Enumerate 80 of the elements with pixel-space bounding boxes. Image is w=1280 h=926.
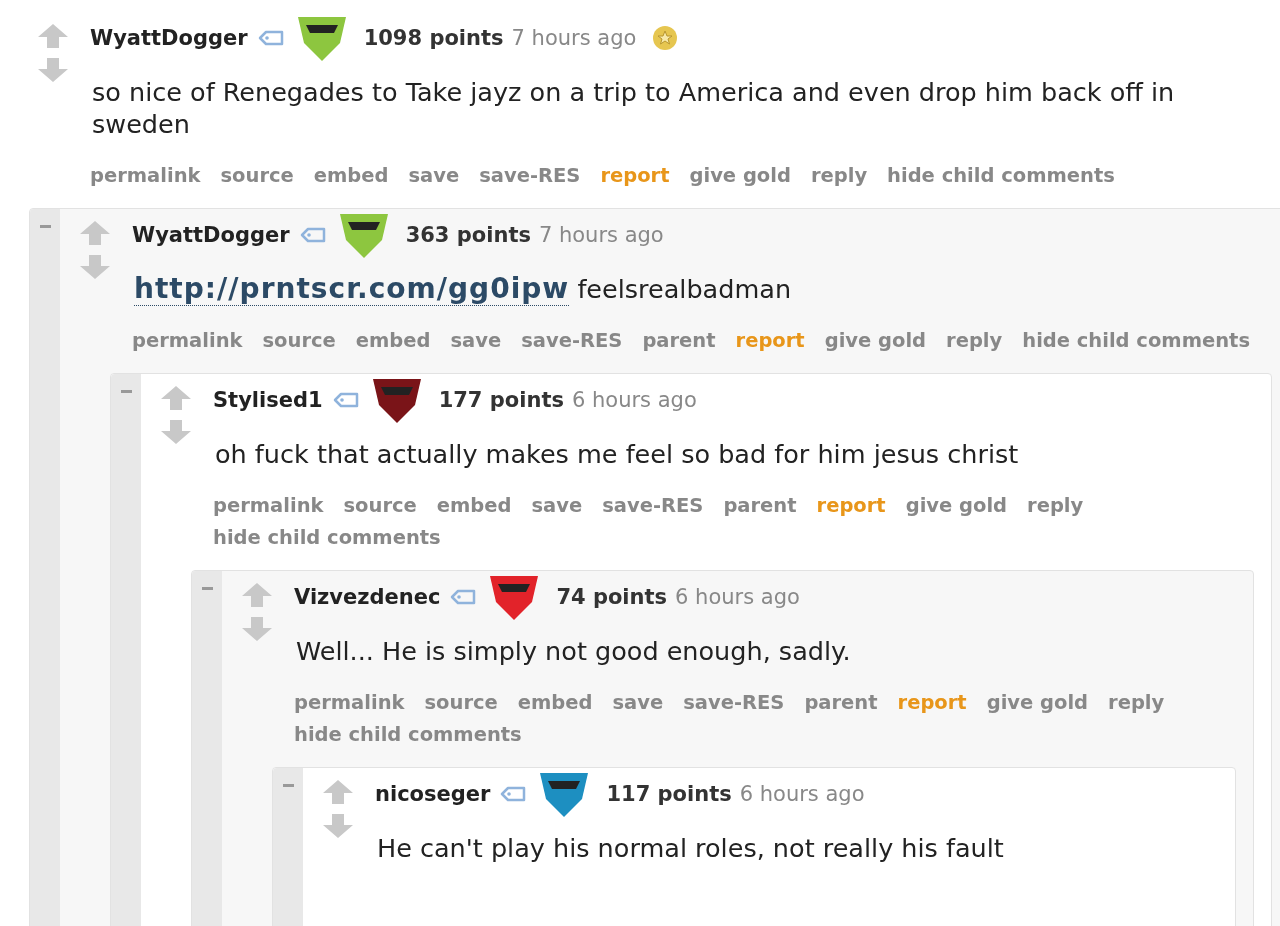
action-link[interactable]: embed — [313, 160, 389, 192]
action-link[interactable]: parent — [723, 490, 797, 522]
action-link[interactable]: save-RES — [683, 687, 785, 719]
collapse-icon[interactable] — [201, 587, 213, 590]
username-link[interactable]: Stylised1 — [213, 388, 323, 412]
username-link[interactable]: WyattDogger — [132, 223, 290, 247]
action-link[interactable]: report — [816, 490, 886, 522]
action-link[interactable]: hide child comments — [213, 522, 441, 554]
action-link[interactable]: save — [450, 325, 502, 357]
timestamp: 7 hours ago — [511, 26, 637, 50]
downvote-icon[interactable] — [38, 58, 68, 82]
username-link[interactable]: Vizvezdenec — [294, 585, 441, 609]
username-link[interactable]: nicoseger — [375, 782, 491, 806]
action-link[interactable]: embed — [355, 325, 431, 357]
timestamp: 6 hours ago — [739, 782, 865, 806]
action-link[interactable]: hide child comments — [1022, 325, 1250, 357]
action-link[interactable]: reply — [1108, 687, 1165, 719]
upvote-icon[interactable] — [161, 386, 191, 410]
timestamp: 6 hours ago — [571, 388, 697, 412]
upvote-icon[interactable] — [323, 780, 353, 804]
action-link[interactable]: give gold — [689, 160, 791, 192]
action-link[interactable]: save-RES — [521, 325, 623, 357]
action-link[interactable]: hide child comments — [887, 160, 1115, 192]
downvote-icon[interactable] — [323, 814, 353, 838]
action-link[interactable]: reply — [946, 325, 1003, 357]
tag-icon[interactable] — [299, 227, 326, 243]
action-link[interactable]: permalink — [213, 490, 324, 522]
score-text: 363 points — [405, 223, 531, 247]
upvote-icon[interactable] — [38, 24, 68, 48]
award-icon — [652, 25, 679, 51]
action-link[interactable]: source — [424, 687, 498, 719]
action-link[interactable]: give gold — [905, 490, 1008, 522]
action-link[interactable]: source — [220, 160, 294, 192]
action-link[interactable]: embed — [517, 687, 593, 719]
downvote-icon[interactable] — [161, 420, 191, 444]
timestamp: 7 hours ago — [538, 223, 664, 247]
action-link[interactable]: embed — [436, 490, 512, 522]
comment-text: He can't play his normal roles, not really his fault — [377, 832, 1005, 864]
action-link[interactable]: parent — [804, 687, 878, 719]
action-link[interactable]: save-RES — [602, 490, 704, 522]
action-link[interactable]: report — [600, 160, 670, 192]
timestamp: 6 hours ago — [675, 585, 800, 609]
comment-text: http://prntscr.com/gg0ipw feelsrealbadman — [134, 273, 793, 305]
action-link[interactable]: permalink — [294, 687, 405, 719]
action-link[interactable]: reply — [1027, 490, 1084, 522]
action-link[interactable]: save-RES — [479, 160, 581, 192]
action-link[interactable]: save — [408, 160, 460, 192]
tag-icon[interactable] — [450, 589, 477, 605]
collapse-icon[interactable] — [282, 784, 294, 787]
action-link[interactable]: source — [262, 325, 336, 357]
comment-text: Well... He is simply not good enough, sadly. — [296, 635, 852, 667]
score-text: 74 points — [556, 585, 668, 609]
action-link[interactable]: give gold — [986, 687, 1089, 719]
tag-icon[interactable] — [257, 30, 284, 46]
username-link[interactable]: WyattDogger — [90, 26, 248, 50]
action-link[interactable]: save — [531, 490, 583, 522]
downvote-icon[interactable] — [242, 617, 272, 641]
action-link[interactable]: hide child comments — [294, 719, 522, 751]
action-link[interactable]: reply — [810, 160, 868, 192]
upvote-icon[interactable] — [242, 583, 272, 607]
action-link[interactable]: parent — [642, 325, 716, 357]
score-text: 117 points — [606, 782, 732, 806]
collapse-icon[interactable] — [120, 390, 132, 393]
score-text: 1098 points — [363, 26, 504, 50]
action-link[interactable]: permalink — [90, 160, 201, 192]
comment-text: so nice of Renegades to Take jayz on a trip to America and even drop him back off in sweden — [92, 76, 1176, 140]
action-link[interactable]: source — [343, 490, 417, 522]
tag-icon[interactable] — [500, 786, 527, 802]
collapse-icon[interactable] — [39, 225, 51, 228]
comment-text: oh fuck that actually makes me feel so bad for him jesus christ — [215, 438, 1020, 470]
action-link[interactable]: give gold — [824, 325, 927, 357]
tag-icon[interactable] — [332, 392, 359, 408]
score-text: 177 points — [438, 388, 564, 412]
action-link[interactable]: save — [612, 687, 664, 719]
action-link[interactable]: report — [897, 687, 967, 719]
action-link[interactable]: permalink — [132, 325, 243, 357]
action-link[interactable]: report — [735, 325, 805, 357]
url-link[interactable]: http://prntscr.com/gg0ipw — [134, 272, 570, 306]
upvote-icon[interactable] — [80, 221, 110, 245]
downvote-icon[interactable] — [80, 255, 110, 279]
